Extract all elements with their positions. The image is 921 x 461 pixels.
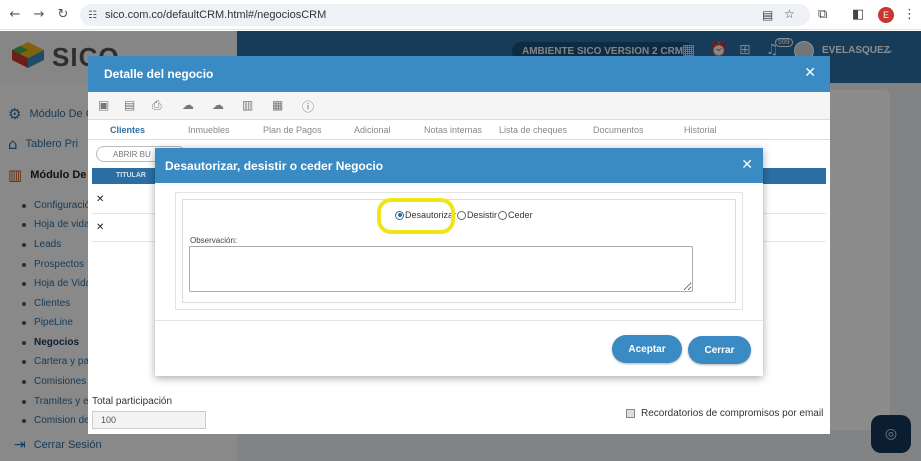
document-icon[interactable]: ▤ <box>124 98 135 112</box>
reminder-checkbox[interactable]: Recordatorios de compromisos por email <box>626 408 823 419</box>
inner-modal: Desautorizar, desistir o ceder Negocio ✕… <box>155 148 763 376</box>
tab-documentos[interactable]: Documentos <box>593 125 644 135</box>
inner-form-panel: Desautorizar Desistir Ceder Observación: <box>182 199 736 303</box>
accept-button[interactable]: Aceptar <box>612 335 682 363</box>
inner-modal-header: Desautorizar, desistir o ceder Negocio ✕ <box>155 148 763 183</box>
url-text: sico.com.co/defaultCRM.html#/negociosCRM <box>104 9 327 21</box>
outer-modal-title: Detalle del negocio <box>104 67 214 81</box>
inner-modal-body: Desautorizar Desistir Ceder Observación: <box>175 192 743 310</box>
tab-plan-de-pagos[interactable]: Plan de Pagos <box>263 125 322 135</box>
remove-row-icon[interactable]: ✕ <box>96 194 104 205</box>
bookmark-star-icon[interactable]: ☆ <box>784 7 795 21</box>
save-icon[interactable]: ▣ <box>98 98 109 112</box>
remove-row-icon[interactable]: ✕ <box>96 222 104 233</box>
radio-desistir-label[interactable]: Desistir <box>467 210 497 220</box>
back-icon[interactable]: ← <box>6 6 24 24</box>
radio-ceder[interactable] <box>498 210 508 220</box>
info-icon[interactable]: ⓘ <box>302 98 314 115</box>
reload-icon[interactable]: ↻ <box>54 6 72 24</box>
menu-kebab-icon[interactable]: ⋮ <box>903 7 916 22</box>
outer-modal-tabs: Clientes Inmuebles Plan de Pagos Adicion… <box>88 120 830 140</box>
outer-modal-header: Detalle del negocio ✕ <box>88 56 830 92</box>
print-icon[interactable]: ⎙ <box>152 98 162 113</box>
side-panel-icon[interactable]: ◧ <box>852 7 864 22</box>
tab-adicional[interactable]: Adicional <box>354 125 391 135</box>
outer-close-icon[interactable]: ✕ <box>804 65 816 81</box>
tab-inmuebles[interactable]: Inmuebles <box>188 125 230 135</box>
tab-lista-de-cheques[interactable]: Lista de cheques <box>499 125 567 135</box>
tab-clientes[interactable]: Clientes <box>110 125 145 135</box>
inner-modal-divider <box>155 320 763 321</box>
radio-ceder-label[interactable]: Ceder <box>508 210 533 220</box>
outer-modal-toolbar: ▣ ▤ ⎙ ☁ ☁ ▥ ▦ ⓘ <box>88 92 830 120</box>
translate-icon[interactable]: ▤ <box>762 8 773 22</box>
reminder-label: Recordatorios de compromisos por email <box>641 408 824 419</box>
checkbox-box[interactable] <box>626 409 635 418</box>
inner-modal-title: Desautorizar, desistir o ceder Negocio <box>165 158 384 173</box>
tab-notas-internas[interactable]: Notas internas <box>424 125 482 135</box>
inner-close-icon[interactable]: ✕ <box>741 157 753 173</box>
total-participacion-label: Total participación <box>92 396 173 407</box>
address-bar[interactable]: ☷ sico.com.co/defaultCRM.html#/negociosC… <box>80 4 810 26</box>
briefcase-icon[interactable]: ▦ <box>272 98 283 112</box>
extensions-icon[interactable]: ⧉ <box>818 7 827 22</box>
close-button[interactable]: Cerrar <box>688 336 751 364</box>
site-info-icon[interactable]: ☷ <box>88 10 97 21</box>
observation-label: Observación: <box>190 236 238 245</box>
file-icon[interactable]: ▥ <box>242 98 253 112</box>
table-header-titular: TITULAR <box>116 172 146 179</box>
forward-icon[interactable]: → <box>30 6 48 24</box>
total-participacion-input[interactable]: 100 <box>92 411 206 429</box>
observation-textarea[interactable] <box>189 246 693 292</box>
upload-icon[interactable]: ☁ <box>182 98 194 112</box>
cloud-icon[interactable]: ☁ <box>212 98 224 112</box>
profile-avatar[interactable]: E <box>878 7 894 23</box>
tab-historial[interactable]: Historial <box>684 125 717 135</box>
browser-toolbar: ← → ↻ ☷ sico.com.co/defaultCRM.html#/neg… <box>0 0 921 30</box>
radio-desistir[interactable] <box>457 210 467 220</box>
highlight-annotation <box>377 198 455 234</box>
